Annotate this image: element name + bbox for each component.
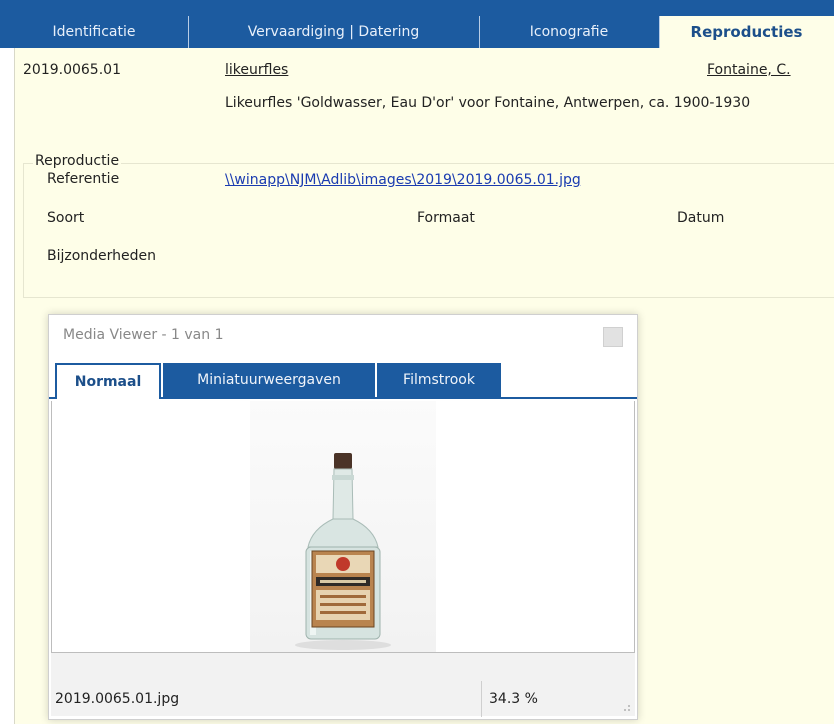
notes-label: Bijzonderheden — [47, 248, 157, 264]
tab-normaal[interactable]: Normaal — [55, 363, 161, 399]
tab-iconografie[interactable]: Iconografie — [479, 16, 659, 48]
type-label: Soort — [47, 210, 85, 226]
media-viewer-window: Media Viewer - 1 van 1 Normaal Miniatuur… — [48, 314, 638, 720]
tab-identificatie[interactable]: Identificatie — [0, 16, 188, 48]
tab-filmstrook[interactable]: Filmstrook — [377, 363, 501, 397]
object-number: 2019.0065.01 — [23, 62, 121, 78]
close-icon[interactable] — [603, 327, 623, 347]
object-title: Likeurfles 'Goldwasser, Eau D'or' voor F… — [225, 95, 751, 111]
reference-label: Referentie — [47, 171, 120, 187]
liqueur-bottle-image — [295, 453, 391, 650]
bottle-photo — [250, 401, 436, 652]
tab-miniatuurweergaven[interactable]: Miniatuurweergaven — [163, 363, 375, 397]
status-divider — [481, 681, 482, 717]
media-viewer-status-bar: 2019.0065.01.jpg 34.3 % — [51, 652, 635, 717]
status-zoom-level: 34.3 % — [489, 691, 538, 707]
object-name-link[interactable]: likeurfles — [225, 62, 288, 78]
format-label: Formaat — [417, 210, 475, 226]
resize-grip-icon[interactable] — [621, 702, 631, 712]
reference-path-link[interactable]: \\winapp\NJM\Adlib\images\2019\2019.0065… — [225, 172, 581, 188]
media-viewer-tabs: Normaal Miniatuurweergaven Filmstrook — [49, 363, 637, 399]
tab-reproducties[interactable]: Reproducties — [659, 16, 834, 48]
status-filename: 2019.0065.01.jpg — [55, 691, 180, 707]
window-top-strip — [0, 0, 834, 16]
image-display-area[interactable] — [51, 401, 635, 652]
tab-vervaardiging-datering[interactable]: Vervaardiging | Datering — [188, 16, 479, 48]
reproduction-group-label: Reproductie — [33, 153, 122, 169]
media-viewer-title: Media Viewer - 1 van 1 — [63, 327, 224, 343]
date-label: Datum — [677, 210, 725, 226]
record-tab-bar: Identificatie Vervaardiging | Datering I… — [0, 16, 834, 48]
maker-link[interactable]: Fontaine, C. — [707, 62, 791, 78]
